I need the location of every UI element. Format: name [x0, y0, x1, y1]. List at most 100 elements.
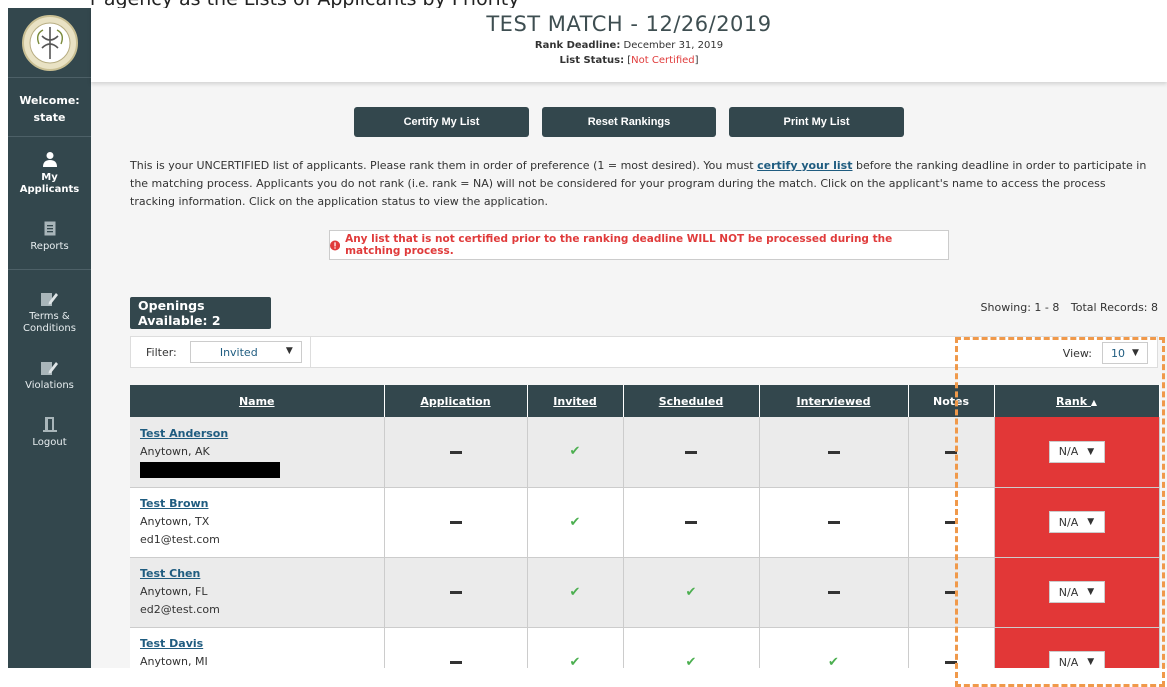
redacted-email: [140, 462, 280, 479]
column-header-invited[interactable]: Invited: [527, 385, 624, 417]
notes-cell: [908, 417, 995, 488]
column-header-interviewed[interactable]: Interviewed: [759, 385, 909, 417]
edit-icon: [41, 288, 58, 308]
total-records-text: Total Records: 8: [1070, 301, 1158, 314]
column-header-notes: Notes: [908, 385, 995, 417]
checkmark-icon: ✔: [685, 584, 697, 600]
edit-icon: [41, 357, 58, 377]
column-header-name[interactable]: Name: [130, 385, 385, 417]
list-status: List Status: [Not Certified]: [91, 55, 1167, 66]
scheduled-cell: [623, 417, 760, 488]
applicant-name-link[interactable]: Test Anderson: [140, 427, 228, 440]
certify-list-button[interactable]: Certify My List: [354, 107, 529, 137]
sidebar-item-terms[interactable]: Terms & Conditions: [8, 276, 91, 345]
view-select[interactable]: 10 ▼: [1102, 342, 1148, 364]
applicant-email: ed1@test.com: [140, 533, 220, 546]
action-toolbar: Certify My List Reset Rankings Print My …: [91, 107, 1167, 137]
welcome-label: Welcome:: [19, 94, 80, 107]
scheduled-cell: ✔: [623, 627, 760, 669]
column-header-scheduled[interactable]: Scheduled: [623, 385, 760, 417]
exclamation-circle-icon: [330, 239, 341, 251]
invited-cell: ✔: [527, 487, 624, 558]
checkmark-icon: ✔: [569, 514, 581, 530]
rank-cell: N/A ▼: [994, 417, 1160, 488]
sidebar-item-violations[interactable]: Violations: [8, 345, 91, 402]
sidebar-item-my-applicants[interactable]: My Applicants: [8, 137, 91, 206]
sidebar-item-label: Reports: [30, 241, 69, 252]
applicant-location: Anytown, FL: [140, 585, 208, 598]
checkmark-icon: ✔: [569, 444, 581, 460]
dash-icon: [827, 591, 840, 594]
filter-select[interactable]: Invited ▼: [189, 341, 302, 363]
certification-warning-alert: Any list that is not certified prior to …: [329, 230, 949, 260]
rank-select[interactable]: N/A ▼: [1048, 511, 1105, 533]
dash-icon: [449, 591, 462, 594]
welcome-block: Welcome: state: [8, 78, 91, 137]
application-status-cell[interactable]: [384, 417, 528, 488]
invited-cell: ✔: [527, 557, 624, 628]
door-icon: [42, 414, 57, 434]
column-header-rank[interactable]: Rank ▲: [994, 385, 1160, 417]
view-select-value: 10: [1111, 346, 1126, 360]
application-status-cell[interactable]: [384, 487, 528, 558]
scheduled-cell: [623, 487, 760, 558]
instructions-text: This is your UNCERTIFIED list of applica…: [130, 157, 1150, 211]
column-header-application[interactable]: Application: [384, 385, 528, 417]
interviewed-cell: ✔: [759, 627, 909, 668]
chevron-down-icon: ▼: [285, 346, 293, 356]
applicant-name-link[interactable]: Test Brown: [140, 497, 209, 510]
dash-icon: [945, 521, 957, 524]
applicant-cell: Test Davis Anytown, MI: [130, 627, 385, 668]
rank-select[interactable]: N/A ▼: [1048, 581, 1105, 603]
applicant-location: Anytown, MI: [140, 655, 208, 668]
table-row: Test Anderson Anytown, AK ✔ N/A ▼: [130, 417, 1160, 488]
user-icon: [42, 149, 57, 169]
page-title: TEST MATCH - 12/26/2019: [486, 12, 772, 36]
dash-icon: [945, 661, 957, 664]
invited-cell: ✔: [527, 417, 624, 488]
rank-select[interactable]: N/A ▼: [1048, 651, 1105, 669]
application-status-cell[interactable]: [384, 557, 528, 628]
sidebar-divider: [8, 269, 91, 270]
dash-icon: [449, 521, 462, 524]
cropped-caption: r agency as the Lists of Applicants by P…: [0, 0, 1167, 8]
filter-select-value: Invited: [219, 345, 258, 359]
table-row: Test Brown Anytown, TX ed1@test.com ✔ N/…: [130, 487, 1160, 558]
applicant-email: ed2@test.com: [140, 603, 220, 616]
sidebar-item-logout[interactable]: Logout: [8, 402, 91, 459]
rank-select-value: N/A: [1058, 585, 1079, 599]
seal-logo-icon: [21, 14, 78, 71]
list-status-close-bracket: ]: [694, 55, 699, 66]
applicants-table: Name Application Invited Scheduled Inter…: [130, 385, 1160, 668]
rank-cell: N/A ▼: [994, 627, 1160, 669]
instructions-part-1: This is your UNCERTIFIED list of applica…: [130, 159, 758, 172]
reset-rankings-button[interactable]: Reset Rankings: [542, 107, 716, 137]
list-status-label: List Status:: [559, 55, 625, 66]
rank-select[interactable]: N/A ▼: [1048, 440, 1105, 463]
sidebar-item-label: Terms & Conditions: [23, 311, 76, 334]
applicant-cell: Test Chen Anytown, FL ed2@test.com: [130, 557, 385, 628]
rank-header-label: Rank: [1055, 394, 1088, 408]
table-row: Test Chen Anytown, FL ed2@test.com ✔ ✔ N…: [130, 557, 1160, 628]
print-list-button[interactable]: Print My List: [729, 107, 904, 137]
sidebar-item-reports[interactable]: Reports: [8, 206, 91, 263]
dash-icon: [827, 450, 840, 454]
view-control: View: 10 ▼: [1063, 342, 1148, 364]
checkmark-icon: ✔: [685, 654, 697, 669]
table-row: Test Davis Anytown, MI ✔ ✔ ✔ N/A ▼: [130, 627, 1160, 669]
applicant-cell: Test Brown Anytown, TX ed1@test.com: [130, 487, 385, 558]
chevron-down-icon: ▼: [1087, 517, 1095, 527]
sort-ascending-icon: ▲: [1090, 397, 1098, 407]
applicant-name-link[interactable]: Test Davis: [140, 637, 203, 650]
rank-select-value: N/A: [1058, 655, 1079, 669]
certify-your-list-link[interactable]: certify your list: [757, 159, 852, 172]
filter-label: Filter:: [146, 345, 177, 359]
chevron-down-icon: ▼: [1087, 657, 1095, 667]
openings-available-badge: Openings Available: 2: [130, 297, 271, 329]
application-status-cell[interactable]: [384, 627, 528, 668]
view-label: View:: [1062, 346, 1092, 360]
dash-icon: [685, 521, 697, 524]
applicant-name-link[interactable]: Test Chen: [140, 567, 200, 580]
checkmark-icon: ✔: [569, 654, 581, 669]
rank-select-value: N/A: [1058, 515, 1079, 529]
